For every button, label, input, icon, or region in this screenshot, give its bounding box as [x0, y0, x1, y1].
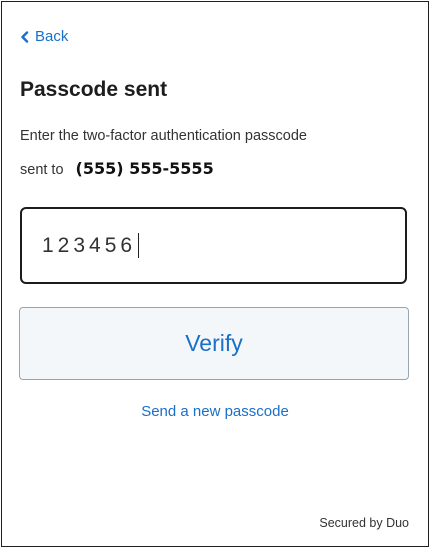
verify-button[interactable]: Verify: [19, 307, 409, 380]
instructions-line-1: Enter the two-factor authentication pass…: [20, 128, 307, 144]
instructions-line-2: sent to (555) 555-5555: [20, 158, 415, 181]
send-new-passcode-link[interactable]: Send a new passcode: [2, 403, 428, 420]
instructions: Enter the two-factor authentication pass…: [20, 126, 415, 181]
passcode-value: 123456: [42, 233, 137, 257]
phone-number: (555) 555-5555: [75, 159, 214, 178]
text-caret: [138, 233, 140, 258]
passcode-input[interactable]: 123456: [20, 207, 407, 284]
secured-by-label: Secured by Duo: [319, 516, 409, 530]
instructions-sent-to: sent to: [20, 162, 64, 178]
page-title: Passcode sent: [20, 78, 168, 101]
back-label: Back: [35, 28, 69, 45]
back-link[interactable]: Back: [20, 28, 68, 45]
chevron-left-icon: [20, 30, 29, 43]
auth-panel: Back Passcode sent Enter the two-factor …: [1, 1, 429, 547]
